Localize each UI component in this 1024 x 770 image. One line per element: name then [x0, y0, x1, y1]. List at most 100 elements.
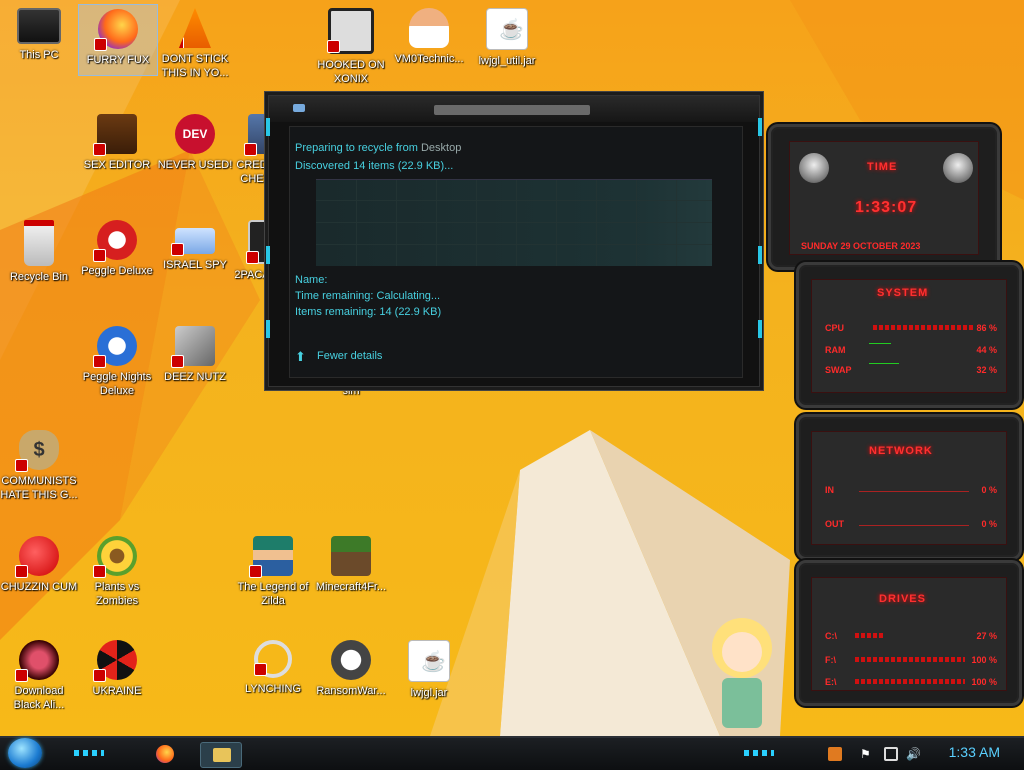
- action-center-flag-icon[interactable]: ⚑: [860, 747, 874, 761]
- net-in-value: 0 %: [981, 485, 997, 495]
- doctor-avatar-icon: [409, 8, 449, 48]
- dev-cpp-icon: DEV: [175, 114, 215, 154]
- desktop-icon-israel-spy[interactable]: ISRAEL SPY: [156, 220, 234, 272]
- drive-f-label: F:\: [825, 655, 836, 665]
- volume-icon[interactable]: 🔊: [906, 747, 921, 761]
- time-gadget-date: SUNDAY 29 OCTOBER 2023: [801, 241, 921, 251]
- desktop-icon-lynching[interactable]: LYNCHING: [234, 640, 312, 696]
- start-button[interactable]: [8, 738, 42, 768]
- frame-accent: [758, 118, 762, 136]
- time-gadget: TIME 1:33:07 SUNDAY 29 OCTOBER 2023: [768, 124, 1000, 270]
- drive-e-bar: [855, 679, 965, 684]
- skull-icon: [331, 640, 371, 680]
- ram-label: RAM: [825, 345, 846, 355]
- taskbar-firefox-button[interactable]: [146, 742, 186, 766]
- drive-f-value: 100 %: [971, 655, 997, 665]
- recycle-progress-dialog: Preparing to recycle from Desktop Discov…: [266, 95, 762, 387]
- vlc-cone-icon: [179, 8, 211, 48]
- monitor-icon: [17, 8, 61, 44]
- net-out-value: 0 %: [981, 519, 997, 529]
- network-icon[interactable]: [884, 747, 898, 761]
- net-out-label: OUT: [825, 519, 844, 529]
- frame-accent: [266, 118, 270, 136]
- taskbar: ⚑ 🔊 1:33 AM: [0, 736, 1024, 770]
- name-label: Name:: [295, 274, 328, 286]
- desktop: This PC FURRY FUX DONT STICK THIS IN YO.…: [0, 0, 1024, 736]
- ram-value: 44 %: [976, 345, 997, 355]
- desktop-icon-2paca[interactable]: 2PACA: [234, 220, 270, 282]
- folder-icon: [213, 748, 231, 762]
- items-remaining-text: Items remaining: 14 (22.9 KB): [295, 306, 442, 318]
- alien-head-icon: [799, 153, 829, 183]
- desktop-icon-plants-vs-zombies[interactable]: Plants vs Zombies: [78, 536, 156, 608]
- time-remaining-text: Time remaining: Calculating...: [295, 290, 441, 302]
- net-in-label: IN: [825, 485, 834, 495]
- fewer-details-button[interactable]: ⬆ Fewer details: [295, 349, 382, 364]
- system-gadget: SYSTEM CPU 86 % RAM 44 % SWAP 32 %: [796, 262, 1022, 408]
- firefox-icon: [94, 9, 138, 51]
- chevron-up-icon: ⬆: [295, 349, 306, 364]
- alien-head-icon: [943, 153, 973, 183]
- network-gadget: NETWORK IN 0 % OUT 0 %: [796, 414, 1022, 560]
- drive-e-value: 100 %: [971, 677, 997, 687]
- preparing-text: Preparing to recycle from Desktop: [295, 142, 462, 154]
- frame-accent: [266, 246, 270, 264]
- system-gadget-title: SYSTEM: [877, 287, 929, 299]
- recycle-arrow-icon: [293, 104, 305, 112]
- xonix-game-icon: [327, 8, 374, 54]
- dialog-title-placeholder: [434, 105, 590, 115]
- chuzzle-icon: [15, 536, 59, 578]
- desktop-icon-ukraine[interactable]: UKRAINE: [78, 640, 156, 698]
- network-gadget-title: NETWORK: [869, 445, 933, 457]
- drive-e-label: E:\: [825, 677, 837, 687]
- swap-label: SWAP: [825, 365, 852, 375]
- desktop-icon-lwjgl-jar[interactable]: ☕ lwjgl.jar: [390, 640, 468, 700]
- desktop-icon-furry-fux[interactable]: FURRY FUX: [78, 4, 158, 76]
- money-bag-icon: $: [15, 430, 59, 472]
- progress-speed-graph: [316, 179, 712, 266]
- dialog-titlebar[interactable]: [269, 96, 759, 122]
- frame-accent: [758, 320, 762, 338]
- grass-block-icon: [331, 536, 371, 576]
- desktop-icon-lwjgl-util-jar[interactable]: ☕ lwjgl_util.jar: [468, 8, 546, 68]
- cartoon-character-widget: [692, 612, 792, 736]
- desktop-icon-peggle-nights[interactable]: Peggle Nights Deluxe: [78, 326, 156, 398]
- taskbar-explorer-button[interactable]: [200, 742, 242, 768]
- desktop-icon-this-pc[interactable]: This PC: [0, 8, 78, 62]
- time-gadget-clock: 1:33:07: [855, 199, 918, 216]
- cpu-value: 86 %: [976, 323, 997, 333]
- java-jar-icon: ☕: [486, 8, 528, 50]
- tray-app-icon[interactable]: [828, 747, 842, 761]
- taskbar-clock[interactable]: 1:33 AM: [949, 744, 1000, 760]
- desktop-icon-sex-editor[interactable]: SEX EDITOR: [78, 114, 156, 172]
- frame-accent: [758, 246, 762, 264]
- desktop-icon-minecraft[interactable]: Minecraft4Fr...: [312, 536, 390, 594]
- desktop-icon-download-black-ali[interactable]: Download Black Ali...: [0, 640, 78, 712]
- desktop-icon-dont-stick[interactable]: DONT STICK THIS IN YO...: [156, 8, 234, 80]
- drive-c-value: 27 %: [976, 631, 997, 641]
- desktop-icon-ransomware[interactable]: RansomWar...: [312, 640, 390, 698]
- swap-value: 32 %: [976, 365, 997, 375]
- desktop-icon-never-used[interactable]: DEV NEVER USED!: [156, 114, 234, 172]
- recycle-bin-icon: [24, 220, 54, 266]
- frame-accent: [266, 320, 270, 338]
- firefox-icon: [156, 745, 174, 763]
- radiation-icon: [93, 640, 137, 682]
- desktop-icon-legend-of-zilda[interactable]: The Legend of Zilda: [234, 536, 312, 608]
- drive-f-bar: [855, 657, 965, 662]
- peggle-nights-icon: [93, 326, 137, 368]
- desktop-icon-peggle-deluxe[interactable]: Peggle Deluxe: [78, 220, 156, 278]
- desktop-icon-communists[interactable]: $ COMMUNISTS HATE THIS G...: [0, 430, 78, 502]
- source-location: Desktop: [420, 142, 462, 154]
- desktop-icon-chuzzin-cum[interactable]: CHUZZIN CUM: [0, 536, 78, 594]
- network-computers-icon: [171, 228, 215, 256]
- desktop-icon-deez-nutz[interactable]: DEEZ NUTZ: [156, 326, 234, 384]
- desktop-icon-vm0technic[interactable]: VM0Technic...: [390, 8, 468, 66]
- rope-icon: [254, 640, 292, 678]
- taskbar-accent: [74, 750, 104, 756]
- desktop-icon-recycle-bin[interactable]: Recycle Bin: [0, 220, 78, 284]
- drives-gadget: DRIVES C:\ 27 % F:\ 100 % E:\ 100 %: [796, 560, 1022, 706]
- desktop-icon-hooked-on-xonix[interactable]: HOOKED ON XONIX: [312, 8, 390, 86]
- desktop-icon-cred-che[interactable]: CRED CHE: [234, 114, 270, 186]
- drives-gadget-title: DRIVES: [879, 593, 926, 605]
